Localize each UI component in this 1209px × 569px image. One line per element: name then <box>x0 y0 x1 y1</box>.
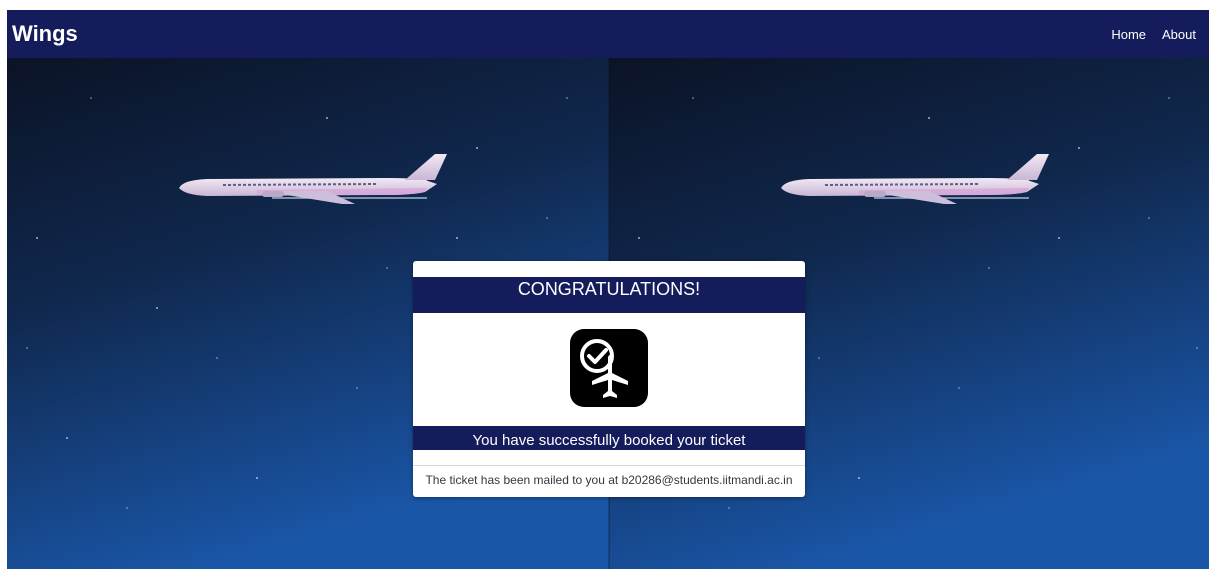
nav-about-link[interactable]: About <box>1162 27 1196 42</box>
app-window: Wings Home About CONGRATULATIONS! You ha… <box>7 10 1209 569</box>
nav-home-link[interactable]: Home <box>1111 27 1146 42</box>
email-notice: The ticket has been mailed to you at b20… <box>425 473 793 487</box>
card-title: CONGRATULATIONS! <box>413 277 805 313</box>
flight-confirmed-icon <box>570 329 648 407</box>
card-divider <box>413 465 805 466</box>
booking-confirmation-card: CONGRATULATIONS! You have successfully b… <box>413 261 805 497</box>
nav-links: Home About <box>1111 27 1196 42</box>
success-message: You have successfully booked your ticket <box>413 426 805 450</box>
brand-logo[interactable]: Wings <box>12 21 78 47</box>
navbar: Wings Home About <box>7 10 1209 58</box>
